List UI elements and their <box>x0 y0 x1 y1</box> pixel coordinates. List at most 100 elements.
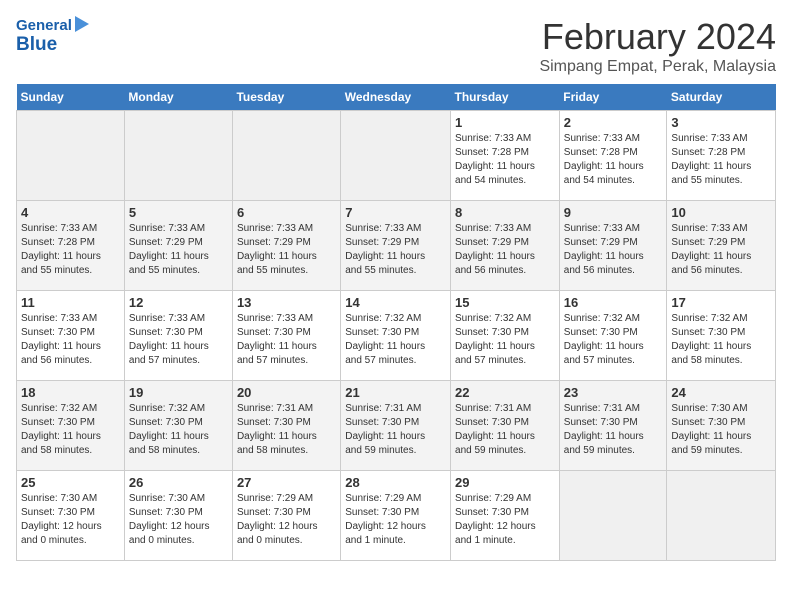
calendar-day: 4Sunrise: 7:33 AMSunset: 7:28 PMDaylight… <box>17 201 125 291</box>
calendar-day: 5 Sunrise: 7:33 AMSunset: 7:29 PMDaylight… <box>124 201 232 291</box>
day-detail: Sunrise: 7:32 AMSunset: 7:30 PMDaylight:… <box>129 402 228 458</box>
day-number: 6 <box>237 205 336 220</box>
calendar-day: 1Sunrise: 7:33 AMSunset: 7:28 PMDaylight… <box>451 111 560 201</box>
day-detail: Sunrise: 7:32 AMSunset: 7:30 PMDaylight:… <box>345 312 446 368</box>
calendar-day: 10 Sunrise: 7:33 AMSunset: 7:29 PMDayligh… <box>667 201 776 291</box>
day-number: 2 <box>564 115 663 130</box>
weekday-header-monday: Monday <box>124 84 232 111</box>
day-detail: Sunrise: 7:30 AMSunset: 7:30 PMDaylight:… <box>129 492 228 548</box>
calendar-week-row: 18Sunrise: 7:32 AMSunset: 7:30 PMDayligh… <box>17 381 776 471</box>
calendar-day: 9 Sunrise: 7:33 AMSunset: 7:29 PMDaylight… <box>559 201 667 291</box>
weekday-header-friday: Friday <box>559 84 667 111</box>
calendar-day: 8 Sunrise: 7:33 AMSunset: 7:29 PMDaylight… <box>451 201 560 291</box>
calendar-week-row: 25 Sunrise: 7:30 AMSunset: 7:30 PMDayligh… <box>17 471 776 561</box>
day-detail: Sunrise: 7:33 AMSunset: 7:30 PMDaylight:… <box>21 312 120 368</box>
day-detail: Sunrise: 7:33 AMSunset: 7:29 PMDaylight:… <box>237 222 336 278</box>
logo: General Blue <box>16 16 89 56</box>
day-number: 10 <box>671 205 771 220</box>
day-number: 22 <box>455 385 555 400</box>
day-detail: Sunrise: 7:29 AMSunset: 7:30 PMDaylight:… <box>455 492 555 548</box>
day-number: 1 <box>455 115 555 130</box>
day-number: 4 <box>21 205 120 220</box>
day-detail: Sunrise: 7:31 AMSunset: 7:30 PMDaylight:… <box>237 402 336 458</box>
day-number: 19 <box>129 385 228 400</box>
calendar-day: 25 Sunrise: 7:30 AMSunset: 7:30 PMDayligh… <box>17 471 125 561</box>
day-number: 5 <box>129 205 228 220</box>
calendar-day <box>232 111 340 201</box>
day-detail: Sunrise: 7:33 AMSunset: 7:29 PMDaylight:… <box>455 222 555 278</box>
day-number: 13 <box>237 295 336 310</box>
day-number: 26 <box>129 475 228 490</box>
calendar-day: 15 Sunrise: 7:32 AMSunset: 7:30 PMDayligh… <box>451 291 560 381</box>
day-detail: Sunrise: 7:29 AMSunset: 7:30 PMDaylight:… <box>237 492 336 548</box>
day-number: 23 <box>564 385 663 400</box>
calendar-day: 24 Sunrise: 7:30 AMSunset: 7:30 PMDayligh… <box>667 381 776 471</box>
day-number: 25 <box>21 475 120 490</box>
day-number: 15 <box>455 295 555 310</box>
day-number: 9 <box>564 205 663 220</box>
calendar-day: 26 Sunrise: 7:30 AMSunset: 7:30 PMDayligh… <box>124 471 232 561</box>
weekday-header-sunday: Sunday <box>17 84 125 111</box>
day-number: 28 <box>345 475 446 490</box>
calendar-day <box>124 111 232 201</box>
day-detail: Sunrise: 7:29 AMSunset: 7:30 PMDaylight:… <box>345 492 446 548</box>
day-detail: Sunrise: 7:32 AMSunset: 7:30 PMDaylight:… <box>455 312 555 368</box>
weekday-header-saturday: Saturday <box>667 84 776 111</box>
day-detail: Sunrise: 7:31 AMSunset: 7:30 PMDaylight:… <box>345 402 446 458</box>
day-number: 14 <box>345 295 446 310</box>
day-number: 3 <box>671 115 771 130</box>
calendar-day: 22Sunrise: 7:31 AMSunset: 7:30 PMDayligh… <box>451 381 560 471</box>
logo-blue: Blue <box>16 34 89 56</box>
day-number: 12 <box>129 295 228 310</box>
day-number: 8 <box>455 205 555 220</box>
page-subtitle: Simpang Empat, Perak, Malaysia <box>539 58 776 76</box>
calendar-day: 21 Sunrise: 7:31 AMSunset: 7:30 PMDayligh… <box>341 381 451 471</box>
calendar-day: 6 Sunrise: 7:33 AMSunset: 7:29 PMDaylight… <box>232 201 340 291</box>
day-detail: Sunrise: 7:31 AMSunset: 7:30 PMDaylight:… <box>564 402 663 458</box>
calendar-day: 27 Sunrise: 7:29 AMSunset: 7:30 PMDayligh… <box>232 471 340 561</box>
calendar-week-row: 1 Sunrise: 7:33 AMSunset: 7:28 PMDaylight… <box>17 111 776 201</box>
day-detail: Sunrise: 7:32 AMSunset: 7:30 PMDaylight:… <box>21 402 120 458</box>
calendar-day: 11 Sunrise: 7:33 AMSunset: 7:30 PMDayligh… <box>17 291 125 381</box>
day-detail: Sunrise: 7:33 AMSunset: 7:30 PMDaylight:… <box>237 312 336 368</box>
header: General Blue February 2024 Simpang Empat… <box>16 16 776 76</box>
calendar-day <box>341 111 451 201</box>
day-detail: Sunrise: 7:33 AMSunset: 7:30 PMDaylight:… <box>129 312 228 368</box>
day-detail: Sunrise: 7:33 AMSunset: 7:29 PMDaylight:… <box>129 222 228 278</box>
day-detail: Sunrise: 7:30 AMSunset: 7:30 PMDaylight:… <box>671 402 771 458</box>
calendar-day: 19 Sunrise: 7:32 AMSunset: 7:30 PMDayligh… <box>124 381 232 471</box>
day-number: 20 <box>237 385 336 400</box>
day-detail: Sunrise: 7:33 AMSunset: 7:28 PMDaylight:… <box>564 132 663 188</box>
calendar-day: 13 Sunrise: 7:33 AMSunset: 7:30 PMDayligh… <box>232 291 340 381</box>
day-detail: Sunrise: 7:32 AMSunset: 7:30 PMDaylight:… <box>671 312 771 368</box>
day-detail: Sunrise: 7:33 AMSunset: 7:29 PMDaylight:… <box>671 222 771 278</box>
calendar-week-row: 11 Sunrise: 7:33 AMSunset: 7:30 PMDayligh… <box>17 291 776 381</box>
weekday-header-thursday: Thursday <box>451 84 560 111</box>
day-number: 11 <box>21 295 120 310</box>
calendar-day: 3 Sunrise: 7:33 AMSunset: 7:28 PMDaylight… <box>667 111 776 201</box>
calendar-day: 2 Sunrise: 7:33 AMSunset: 7:28 PMDaylight… <box>559 111 667 201</box>
day-detail: Sunrise: 7:30 AMSunset: 7:30 PMDaylight:… <box>21 492 120 548</box>
day-number: 7 <box>345 205 446 220</box>
logo-triangle-icon <box>75 16 89 32</box>
calendar-day: 20 Sunrise: 7:31 AMSunset: 7:30 PMDayligh… <box>232 381 340 471</box>
day-detail: Sunrise: 7:33 AMSunset: 7:28 PMDaylight:… <box>671 132 771 188</box>
weekday-header-row: SundayMondayTuesdayWednesdayThursdayFrid… <box>17 84 776 111</box>
title-area: February 2024 Simpang Empat, Perak, Mala… <box>539 16 776 76</box>
calendar-day: 16Sunrise: 7:32 AMSunset: 7:30 PMDayligh… <box>559 291 667 381</box>
day-number: 29 <box>455 475 555 490</box>
day-number: 21 <box>345 385 446 400</box>
calendar-table: SundayMondayTuesdayWednesdayThursdayFrid… <box>16 84 776 561</box>
calendar-day: 28 Sunrise: 7:29 AMSunset: 7:30 PMDayligh… <box>341 471 451 561</box>
calendar-day: 23 Sunrise: 7:31 AMSunset: 7:30 PMDayligh… <box>559 381 667 471</box>
calendar-day <box>667 471 776 561</box>
day-detail: Sunrise: 7:33 AMSunset: 7:29 PMDaylight:… <box>564 222 663 278</box>
calendar-week-row: 4Sunrise: 7:33 AMSunset: 7:28 PMDaylight… <box>17 201 776 291</box>
calendar-day <box>17 111 125 201</box>
day-number: 24 <box>671 385 771 400</box>
weekday-header-tuesday: Tuesday <box>232 84 340 111</box>
day-number: 16 <box>564 295 663 310</box>
calendar-day: 12 Sunrise: 7:33 AMSunset: 7:30 PMDayligh… <box>124 291 232 381</box>
logo-general: General <box>16 17 72 34</box>
day-number: 27 <box>237 475 336 490</box>
